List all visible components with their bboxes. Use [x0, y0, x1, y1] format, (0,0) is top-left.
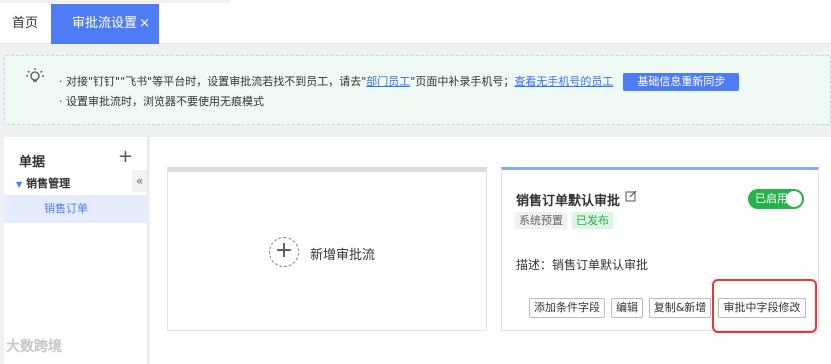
lightbulb-icon — [26, 68, 44, 82]
sidebar-title: 单据 — [19, 155, 46, 170]
notice-line-1-mid: "页面中补录手机号； — [410, 75, 515, 88]
tab-approval-flow-settings[interactable]: 审批流设置 × — [51, 4, 159, 44]
new-approval-flow-label: 新增审批流 — [310, 248, 376, 263]
edit-icon[interactable] — [625, 190, 637, 202]
document-sidebar: 单据 + « ▼ 销售管理 销售订单 — [4, 137, 148, 364]
toggle-knob — [786, 191, 802, 207]
tab-bar-top-line — [0, 0, 230, 3]
notice-line-1: · 对接"钉钉""飞书"等平台时，设置审批流若找不到员工，请去"部门员工"页面中… — [59, 73, 740, 91]
tab-home[interactable]: 首页 — [0, 4, 50, 44]
close-icon[interactable]: × — [139, 4, 150, 44]
sync-basic-info-button[interactable]: 基础信息重新同步 — [623, 73, 740, 91]
tab-approval-flow-settings-label: 审批流设置 — [72, 16, 138, 31]
caret-down-icon: ▼ — [16, 179, 23, 189]
tab-bar: 首页 审批流设置 × — [0, 0, 831, 44]
highlight-box — [712, 279, 817, 333]
add-icon[interactable]: + — [118, 146, 133, 167]
copy-and-add-button[interactable]: 复制&新增 — [649, 298, 711, 318]
notice-line-2: · 设置审批流时，浏览器不要使用无痕模式 — [59, 95, 264, 108]
watermark-logo: 大数跨境 — [6, 339, 62, 355]
sidebar-group-sales[interactable]: ▼ 销售管理 — [16, 175, 70, 191]
new-approval-flow-card[interactable]: + 新增审批流 — [167, 167, 487, 331]
notice-panel: · 对接"钉钉""飞书"等平台时，设置审批流若找不到员工，请去"部门员工"页面中… — [4, 55, 831, 125]
edit-button[interactable]: 编辑 — [611, 298, 643, 318]
enabled-toggle[interactable]: 已启用 — [748, 189, 804, 209]
sidebar-item-sales-order[interactable]: 销售订单 — [4, 195, 148, 223]
collapse-sidebar-icon[interactable]: « — [132, 170, 147, 192]
approval-flow-name: 销售订单默认审批 — [516, 194, 621, 209]
plus-circle-icon: + — [269, 237, 299, 267]
dept-employee-link[interactable]: 部门员工 — [366, 75, 410, 88]
sidebar-group-label: 销售管理 — [26, 177, 71, 190]
no-phone-employee-link[interactable]: 查看无手机号的员工 — [514, 75, 613, 88]
add-condition-field-button[interactable]: 添加条件字段 — [529, 298, 605, 318]
notice-line-1-prefix: · 对接"钉钉""飞书"等平台时，设置审批流若找不到员工，请去" — [59, 75, 367, 88]
published-badge: 已发布 — [572, 212, 613, 229]
approval-flow-description: 描述：销售订单默认审批 — [516, 258, 649, 272]
enabled-toggle-label: 已启用 — [755, 192, 788, 205]
system-preset-badge: 系统预置 — [515, 212, 567, 229]
